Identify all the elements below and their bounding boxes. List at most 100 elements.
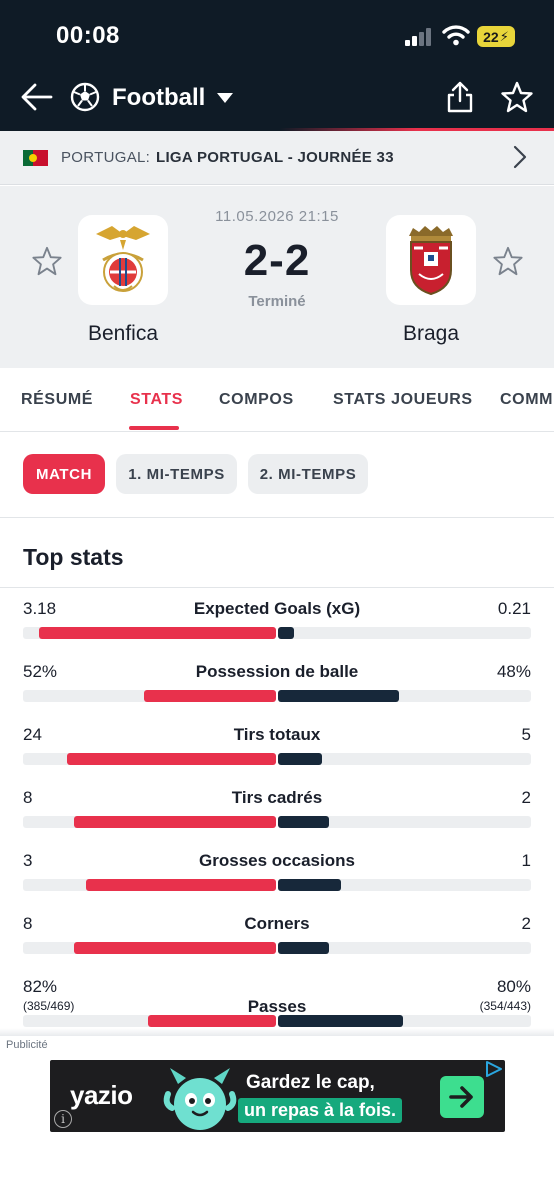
- tab-commentaires[interactable]: COMM: [500, 391, 553, 409]
- stat-away-track: [278, 816, 531, 828]
- stat-home-track: [23, 942, 276, 954]
- away-team-star-icon[interactable]: [492, 245, 524, 277]
- away-team-name[interactable]: Braga: [361, 322, 501, 346]
- stat-label: Expected Goals (xG): [193, 599, 361, 618]
- stat-label: Possession de balle: [195, 662, 359, 681]
- battery-level: 22: [483, 28, 499, 45]
- stat-label: Corners: [244, 914, 310, 933]
- adchoices-icon[interactable]: [483, 1060, 505, 1078]
- favorite-star-icon[interactable]: [500, 80, 534, 114]
- benfica-crest-icon: [96, 226, 150, 292]
- stat-away-track: [278, 1015, 531, 1027]
- battery-indicator: 22 ⚡: [477, 26, 515, 47]
- league-bar[interactable]: PORTUGAL: LIGA PORTUGAL - JOURNÉE 33: [0, 131, 554, 185]
- stat-row: 8 Corners 2: [0, 914, 554, 970]
- stat-away-bar: [278, 627, 294, 639]
- stat-home-track: [23, 1015, 276, 1027]
- stat-away-value: 2: [521, 788, 531, 807]
- section-divider: [0, 587, 554, 588]
- stat-away-value: 2: [521, 914, 531, 933]
- back-arrow-icon[interactable]: [20, 82, 54, 112]
- charging-icon: ⚡: [499, 28, 509, 44]
- stat-home-bar: [144, 690, 276, 702]
- share-icon[interactable]: [444, 80, 476, 114]
- stat-home-bar: [39, 627, 276, 639]
- braga-crest[interactable]: [386, 215, 476, 305]
- home-team-name[interactable]: Benfica: [53, 322, 193, 346]
- stat-away-track: [278, 627, 531, 639]
- league-country: PORTUGAL:: [61, 149, 151, 166]
- tab-stats-joueurs[interactable]: STATS JOUEURS: [333, 391, 473, 409]
- stat-home-value: 24: [23, 725, 42, 744]
- stat-home-bar: [74, 816, 276, 828]
- stat-away-value: 48%: [496, 662, 531, 681]
- ad-subline: un repas à la fois.: [238, 1098, 403, 1123]
- stat-home-bar: [67, 753, 276, 765]
- stat-away-track: [278, 942, 531, 954]
- ad-separator: [0, 1028, 554, 1036]
- stat-row: 24 Tirs totaux 5: [0, 725, 554, 781]
- ad-label: Publicité: [6, 1039, 48, 1051]
- ad-info-icon[interactable]: i: [54, 1110, 72, 1128]
- stat-label: Tirs totaux: [233, 725, 321, 744]
- stat-away-track: [278, 753, 531, 765]
- stat-home-bar: [74, 942, 276, 954]
- match-status: Terminé: [248, 293, 306, 310]
- stat-away-bar: [278, 816, 329, 828]
- cellular-signal-icon: [405, 28, 433, 46]
- stat-away-bar: [278, 879, 341, 891]
- tab-compos[interactable]: COMPOS: [219, 391, 294, 409]
- ad-headline: Gardez le cap,: [246, 1072, 375, 1093]
- stat-away-bar: [278, 1015, 403, 1027]
- stat-away-bar: [278, 690, 399, 702]
- stat-away-value: 0.21: [497, 599, 531, 618]
- stat-away-bar: [278, 753, 322, 765]
- portugal-flag-icon: [23, 150, 48, 166]
- stat-home-value: 3: [23, 851, 33, 870]
- stat-home-value: 52%: [23, 662, 58, 681]
- stat-home-track: [23, 816, 276, 828]
- sport-selector-title[interactable]: Football: [112, 84, 205, 112]
- stat-label: Grosses occasions: [199, 851, 355, 870]
- stat-home-bar: [86, 879, 276, 891]
- league-name: LIGA PORTUGAL - JOURNÉE 33: [156, 149, 394, 166]
- ad-cta-button[interactable]: [440, 1076, 484, 1118]
- top-stats-title: Top stats: [23, 544, 124, 570]
- stat-home-value: 8: [23, 788, 33, 807]
- chevron-right-icon[interactable]: [512, 145, 528, 169]
- arrow-right-icon: [449, 1086, 473, 1108]
- period-match-chip[interactable]: MATCH: [23, 454, 105, 494]
- benfica-crest[interactable]: [78, 215, 168, 305]
- home-team-star-icon[interactable]: [31, 245, 63, 277]
- stat-label: Passes: [247, 997, 307, 1016]
- stat-row: 52% Possession de balle 48%: [0, 662, 554, 718]
- mascot-icon: [163, 1068, 237, 1130]
- stat-away-track: [278, 879, 531, 891]
- football-icon: [70, 82, 100, 112]
- stat-home-track: [23, 627, 276, 639]
- tab-resume[interactable]: RÉSUMÉ: [21, 391, 93, 409]
- caret-down-icon[interactable]: [215, 92, 235, 104]
- period-selector: MATCH 1. MI-TEMPS 2. MI-TEMPS: [0, 433, 554, 518]
- stat-row: 82% Passes 80% (385/469) (354/443): [0, 977, 554, 1033]
- match-score: 2-2: [243, 236, 311, 285]
- app-header: 00:08 22 ⚡ Football: [0, 0, 554, 131]
- period-first-half-chip[interactable]: 1. MI-TEMPS: [116, 454, 237, 494]
- stat-away-track: [278, 690, 531, 702]
- stat-away-value: 1: [521, 851, 531, 870]
- period-second-half-chip[interactable]: 2. MI-TEMPS: [248, 454, 368, 494]
- match-datetime: 11.05.2026 21:15: [215, 208, 339, 225]
- stat-away-bar: [278, 942, 329, 954]
- stat-home-subvalue: (385/469): [23, 999, 75, 1013]
- stat-home-track: [23, 879, 276, 891]
- stat-home-value: 8: [23, 914, 33, 933]
- stat-label: Tirs cadrés: [231, 788, 323, 807]
- stat-home-bar: [148, 1015, 276, 1027]
- active-tab-indicator: [129, 426, 179, 430]
- ad-banner[interactable]: yazio Gardez le cap, un repas à la fois.…: [50, 1060, 505, 1132]
- tab-stats[interactable]: STATS: [130, 391, 183, 409]
- stat-home-track: [23, 690, 276, 702]
- ad-brand: yazio: [70, 1080, 133, 1110]
- wifi-icon: [442, 25, 470, 46]
- stat-home-value: 3.18: [23, 599, 57, 618]
